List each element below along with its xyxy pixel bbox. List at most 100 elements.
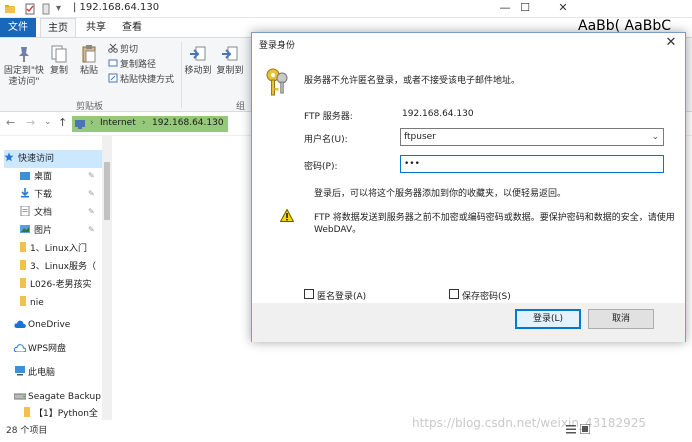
dialog-close-button[interactable]: ✕: [663, 35, 679, 51]
folder-icon: [24, 406, 30, 417]
nav-item-label: nie: [30, 298, 44, 308]
pin-icon: [14, 44, 34, 64]
pin-quick-access-button[interactable]: 固定到"快速访问": [2, 44, 46, 88]
nav-item-this-pc[interactable]: 此电脑: [14, 364, 116, 382]
details-view-icon[interactable]: [566, 424, 576, 437]
tab-file[interactable]: 文件: [0, 18, 36, 37]
copy-to-label: 复制到: [216, 66, 244, 76]
move-to-icon: [188, 44, 208, 64]
address-bar[interactable]: › Internet › 192.168.64.130: [72, 116, 228, 132]
username-combobox[interactable]: ftpuser ⌄: [400, 128, 664, 146]
login-dialog: 登录身份 ✕ 服务器不允许匿名登录，或者不接受该电子邮件地址。 FTP 服务器:…: [251, 32, 686, 342]
navigation-pane: 快速访问 桌面 下载 文档 图片 1、Linux入门 3、Linux服务（ L0…: [0, 136, 112, 420]
forward-button[interactable]: →: [26, 116, 35, 129]
organize-group-label: 组: [236, 102, 246, 112]
pin-quick-access-label: 固定到"快速访问": [3, 66, 45, 87]
username-value: ftpuser: [404, 132, 436, 142]
recent-locations-button[interactable]: ⌄: [44, 117, 52, 127]
pin-icon[interactable]: ✎: [88, 171, 95, 180]
anonymous-login-checkbox[interactable]: [304, 289, 314, 299]
drive-icon: [14, 389, 27, 400]
password-label: 密码(P):: [304, 162, 338, 172]
tab-share[interactable]: 共享: [80, 18, 112, 37]
properties-quick-icon[interactable]: [24, 3, 36, 18]
scrollbar-thumb[interactable]: [104, 162, 110, 220]
tab-home[interactable]: 主页: [40, 18, 76, 37]
back-button[interactable]: ←: [6, 116, 15, 129]
breadcrumb-server[interactable]: 192.168.64.130: [152, 118, 224, 128]
folder-icon: [20, 277, 26, 288]
star-icon: [4, 151, 14, 162]
cut-button[interactable]: 剪切: [108, 43, 138, 56]
dialog-title-bar: 登录身份 ✕: [252, 33, 685, 55]
nav-item-label: L026-老男孩实: [30, 280, 92, 290]
save-password-label[interactable]: 保存密码(S): [462, 289, 511, 302]
nav-item-label: Seagate Backup: [28, 392, 101, 402]
close-button[interactable]: ✕: [545, 0, 581, 18]
chevron-down-icon[interactable]: ⌄: [651, 129, 659, 145]
copy-icon: [49, 44, 69, 64]
watermark-text: https://blog.csdn.net/weixin_43182925: [412, 416, 647, 430]
username-label: 用户名(U):: [304, 135, 348, 145]
password-value: •••: [404, 159, 420, 169]
folder-icon: [20, 295, 26, 306]
paste-icon: [79, 44, 99, 64]
nav-pane-scrollbar[interactable]: [102, 136, 112, 420]
move-to-button[interactable]: 移动到: [184, 44, 212, 77]
pin-icon[interactable]: ✎: [88, 225, 95, 234]
maximize-button[interactable]: ☐: [507, 0, 543, 18]
after-login-note: 登录后，可以将这个服务器添加到你的收藏夹，以便轻易返回。: [314, 189, 567, 199]
download-folder-icon: [20, 187, 30, 198]
scissors-icon: [108, 43, 118, 53]
copy-label: 复制: [49, 66, 68, 76]
desktop-folder-icon: [20, 169, 30, 180]
nav-item-seagate[interactable]: Seagate Backup: [14, 388, 116, 406]
paste-button[interactable]: 粘贴: [78, 44, 100, 77]
folder-icon: [20, 241, 26, 252]
item-count: 28 个项目: [6, 426, 48, 436]
ribbon-divider: [181, 42, 182, 108]
paste-shortcut-label: 粘贴快捷方式: [120, 75, 175, 85]
documents-folder-icon: [20, 205, 30, 217]
cancel-button[interactable]: 取消: [588, 309, 654, 329]
breadcrumb-internet[interactable]: Internet: [100, 118, 136, 128]
nav-item-onedrive[interactable]: OneDrive: [14, 316, 116, 334]
tab-view[interactable]: 查看: [116, 18, 148, 37]
large-icons-view-icon[interactable]: [579, 423, 591, 437]
warning-text-line1: FTP 将数据发送到服务器之前不加密或编码密码或数据。要保护密码和数据的安全，请…: [314, 213, 675, 223]
nav-item-label: 图片: [34, 226, 53, 236]
paste-shortcut-button[interactable]: 粘贴快捷方式: [108, 73, 174, 86]
paste-label: 粘贴: [79, 66, 98, 76]
copy-to-icon: [220, 44, 240, 64]
copy-button[interactable]: 复制: [48, 44, 70, 77]
computer-icon: [14, 365, 25, 376]
cloud-icon: [14, 317, 26, 328]
customize-quick-access-icon[interactable]: ▾: [56, 3, 61, 14]
nav-item-label: 桌面: [34, 172, 53, 182]
chevron-right-icon: ›: [90, 118, 94, 128]
new-folder-quick-icon[interactable]: [40, 3, 52, 18]
nav-item-label: 下载: [34, 190, 53, 200]
copy-to-button[interactable]: 复制到: [216, 44, 244, 77]
pictures-folder-icon: [20, 223, 30, 233]
copy-path-button[interactable]: 复制路径: [108, 58, 156, 71]
anonymous-login-label[interactable]: 匿名登录(A): [317, 289, 366, 302]
nav-item-quick-access[interactable]: 快速访问: [4, 150, 106, 168]
nav-item-wps-drive[interactable]: WPS网盘: [14, 340, 116, 358]
login-button[interactable]: 登录(L): [515, 309, 581, 329]
pin-icon[interactable]: ✎: [88, 207, 95, 216]
warning-icon: [279, 208, 295, 225]
folder-icon: [20, 259, 26, 270]
title-bar: ▾ | 192.168.64.130 — ☐ ✕: [0, 0, 692, 18]
warning-text-line2: WebDAV。: [314, 225, 362, 235]
paste-shortcut-icon: [108, 73, 118, 83]
nav-item-label: 1、Linux入门: [30, 244, 87, 254]
save-password-checkbox[interactable]: [449, 289, 459, 299]
ftp-server-value: 192.168.64.130: [402, 109, 474, 119]
nav-item-label: 文档: [34, 208, 53, 218]
password-field[interactable]: •••: [400, 155, 664, 173]
copy-path-label: 复制路径: [120, 60, 157, 70]
up-button[interactable]: ↑: [58, 116, 67, 129]
network-icon: [74, 118, 86, 133]
pin-icon[interactable]: ✎: [88, 189, 95, 198]
